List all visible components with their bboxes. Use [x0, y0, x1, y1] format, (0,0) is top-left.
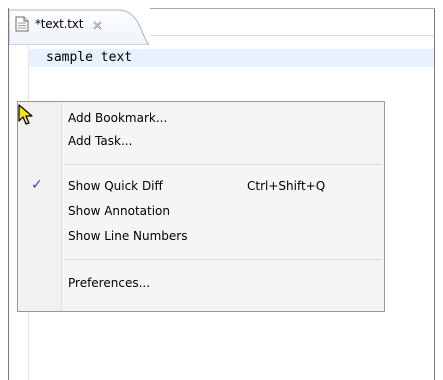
editor-window: *text.txt sample text Add Bookmark... Ad…: [0, 0, 443, 380]
menu-item-label: Preferences...: [68, 276, 151, 290]
menu-item-label: Add Bookmark...: [68, 111, 168, 125]
menu-item-add-bookmark[interactable]: Add Bookmark...: [19, 107, 383, 129]
context-menu: Add Bookmark... Add Task... ✓ Show Quick…: [17, 101, 385, 312]
menu-item-label: Show Annotation: [68, 204, 170, 218]
mouse-pointer-icon: [18, 104, 36, 126]
menu-item-label: Add Task...: [68, 134, 133, 148]
text-document-icon: [15, 16, 29, 32]
menu-item-show-quick-diff[interactable]: ✓ Show Quick Diff Ctrl+Shift+Q: [19, 175, 383, 197]
editor-content[interactable]: sample text: [46, 50, 132, 65]
menu-item-show-annotation[interactable]: Show Annotation: [19, 200, 383, 222]
menu-item-label: Show Quick Diff: [68, 179, 163, 193]
menu-item-add-task[interactable]: Add Task...: [19, 130, 383, 152]
menu-item-preferences[interactable]: Preferences...: [19, 272, 383, 294]
tab-label: *text.txt: [35, 17, 84, 31]
window-right-border: [434, 8, 435, 380]
close-icon[interactable]: [91, 17, 104, 30]
menu-separator: [64, 164, 382, 165]
menu-item-label: Show Line Numbers: [68, 229, 188, 243]
menu-item-shortcut: Ctrl+Shift+Q: [247, 179, 326, 193]
editor-tab[interactable]: *text.txt: [9, 9, 150, 46]
checkmark-icon: ✓: [31, 177, 43, 193]
tab-strip-baseline: [150, 35, 434, 36]
menu-separator: [64, 259, 382, 260]
menu-item-show-line-numbers[interactable]: Show Line Numbers: [19, 225, 383, 247]
